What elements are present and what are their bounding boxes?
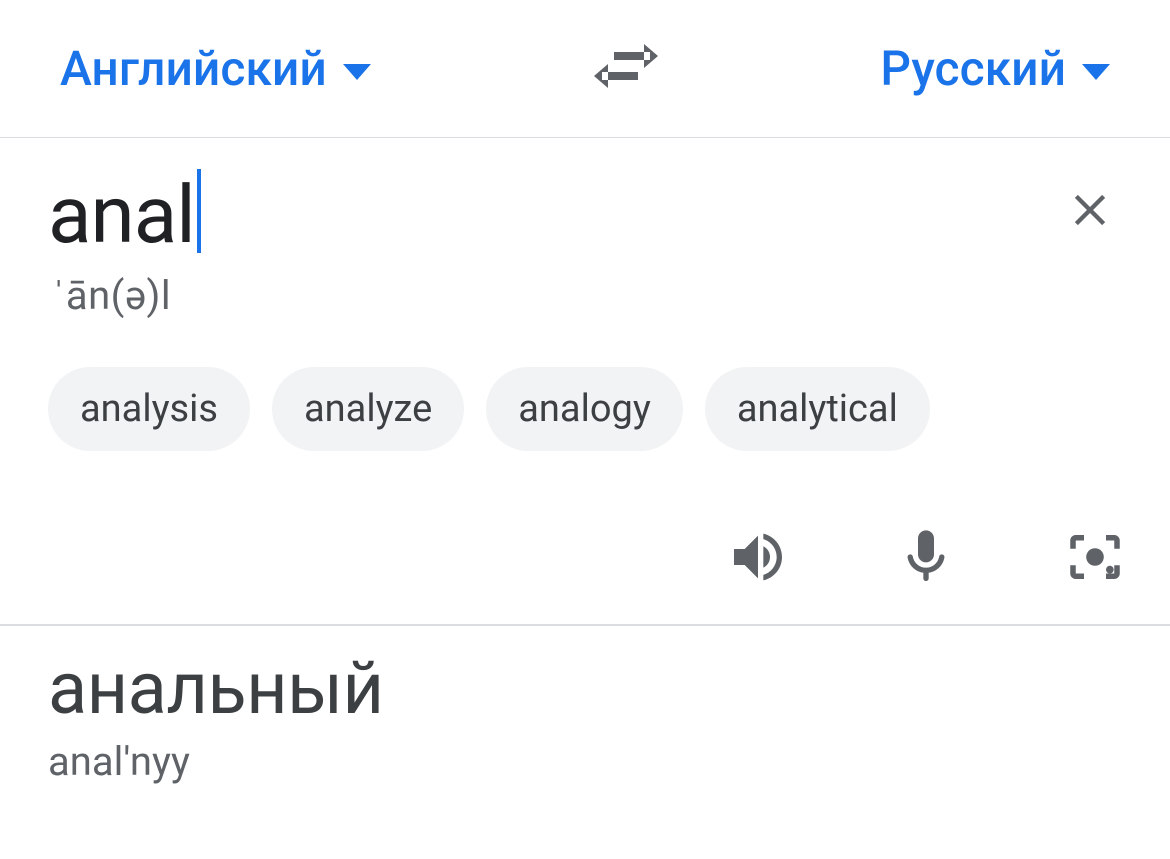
source-text: anal bbox=[48, 172, 195, 258]
close-icon bbox=[1064, 184, 1116, 236]
suggestion-chip[interactable]: analysis bbox=[48, 367, 250, 451]
source-panel: anal ˈān(ə)l analysis analyze analogy an… bbox=[0, 138, 1170, 626]
suggestion-row: analysis analyze analogy analytical bbox=[48, 367, 1122, 451]
swap-icon bbox=[594, 44, 658, 94]
microphone-icon bbox=[894, 525, 958, 589]
target-language-label: Русский bbox=[880, 40, 1066, 97]
language-bar: Английский Русский bbox=[0, 0, 1170, 138]
clear-button[interactable] bbox=[1058, 178, 1122, 242]
source-language-label: Английский bbox=[60, 40, 327, 97]
swap-languages-button[interactable] bbox=[584, 34, 668, 104]
voice-input-button[interactable] bbox=[894, 525, 958, 589]
listen-button[interactable] bbox=[726, 525, 790, 589]
camera-input-button[interactable] bbox=[1062, 524, 1128, 590]
dropdown-icon bbox=[1082, 64, 1110, 80]
source-language-select[interactable]: Английский bbox=[60, 40, 371, 97]
camera-lens-icon bbox=[1062, 524, 1128, 590]
suggestion-chip[interactable]: analytical bbox=[705, 367, 930, 451]
dropdown-icon bbox=[343, 64, 371, 80]
translation-transliteration: anal'nyy bbox=[48, 738, 1122, 785]
text-cursor bbox=[197, 169, 201, 253]
source-pronunciation: ˈān(ə)l bbox=[52, 272, 1122, 319]
speaker-icon bbox=[726, 525, 790, 589]
target-panel: анальный anal'nyy bbox=[0, 626, 1170, 811]
target-language-select[interactable]: Русский bbox=[880, 40, 1110, 97]
source-text-input[interactable]: anal bbox=[48, 172, 1058, 258]
input-action-row bbox=[726, 524, 1128, 590]
suggestion-chip[interactable]: analogy bbox=[486, 367, 683, 451]
suggestion-chip[interactable]: analyze bbox=[272, 367, 464, 451]
translation-text[interactable]: анальный bbox=[48, 650, 1122, 728]
